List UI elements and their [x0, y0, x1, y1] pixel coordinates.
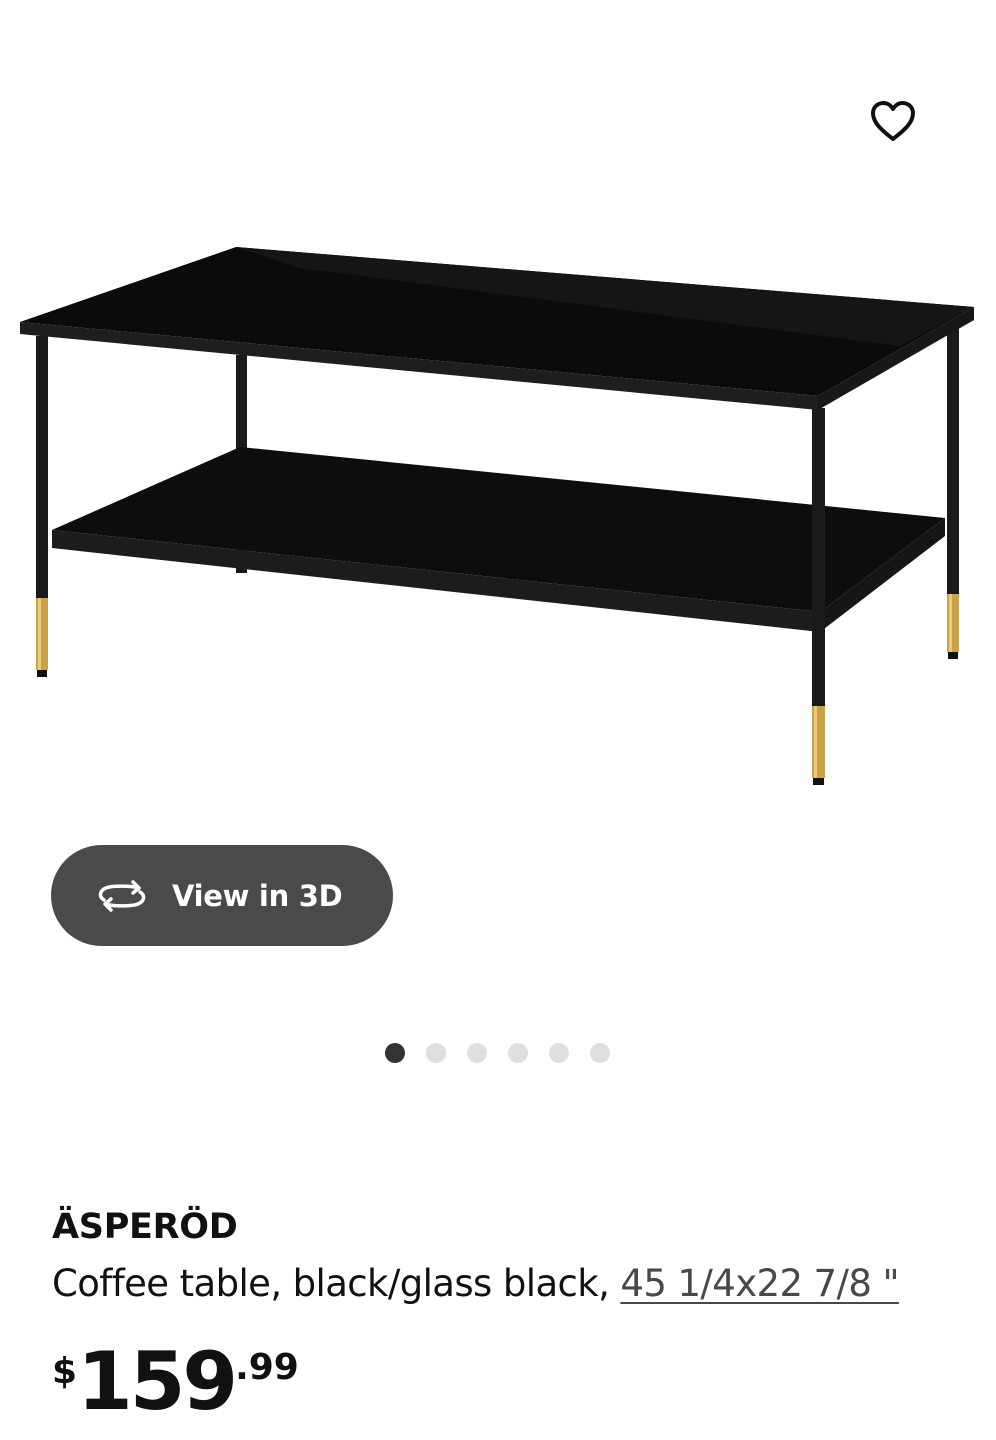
pagination-dot[interactable] — [466, 1043, 487, 1063]
image-pagination — [0, 1043, 996, 1063]
product-description: Coffee table, black/glass black, 45 1/4x… — [52, 1254, 952, 1314]
pagination-dot[interactable] — [589, 1043, 610, 1063]
pagination-dot[interactable] — [425, 1043, 446, 1063]
product-image[interactable] — [0, 220, 996, 800]
price-decimal: .99 — [235, 1347, 299, 1388]
product-price: $ 159 .99 — [52, 1340, 299, 1422]
product-name: ÄSPERÖD — [52, 1207, 238, 1247]
pagination-dot[interactable] — [384, 1043, 405, 1063]
price-integer: 159 — [77, 1335, 238, 1428]
table-leg-front-left — [36, 336, 48, 598]
rotate-3d-icon — [98, 879, 146, 912]
view-in-3d-button[interactable]: View in 3D — [51, 845, 393, 946]
product-description-text: Coffee table, black/glass black, — [52, 1262, 621, 1305]
price-currency: $ — [52, 1351, 78, 1392]
brass-foot-front-left — [36, 598, 48, 670]
brass-foot-front-right — [812, 706, 825, 778]
favorite-button[interactable] — [866, 94, 920, 148]
product-size-link[interactable]: 45 1/4x22 7/8 " — [620, 1262, 899, 1305]
table-leg-back-right — [947, 328, 959, 594]
heart-outline-icon — [871, 101, 915, 141]
pagination-dot[interactable] — [507, 1043, 528, 1063]
pagination-dot[interactable] — [548, 1043, 569, 1063]
brass-foot-back-right — [947, 594, 959, 652]
product-gallery: View in 3D — [0, 0, 996, 1100]
view-in-3d-label: View in 3D — [172, 878, 343, 913]
table-leg-front-right — [812, 408, 825, 706]
product-info: ÄSPERÖD Coffee table, black/glass black,… — [52, 1200, 952, 1314]
